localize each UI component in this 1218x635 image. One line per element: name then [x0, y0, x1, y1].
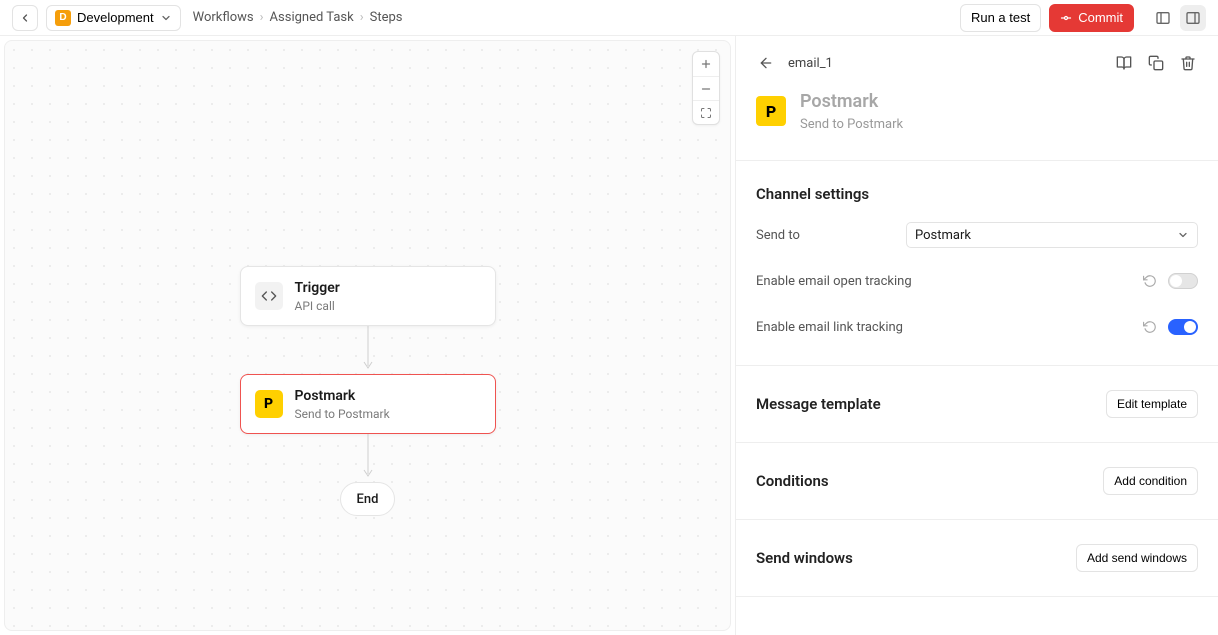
commit-button[interactable]: Commit [1049, 4, 1134, 32]
breadcrumb-workflows[interactable]: Workflows [193, 10, 254, 25]
end-label: End [357, 492, 379, 507]
breadcrumb: Workflows › Assigned Task › Steps [193, 10, 403, 25]
panel-hero: P Postmark Send to Postmark [736, 90, 1218, 161]
send-windows-section: Send windows Add send windows [736, 520, 1218, 597]
add-condition-button[interactable]: Add condition [1103, 467, 1198, 495]
environment-label: Development [77, 10, 154, 25]
edit-template-label: Edit template [1117, 397, 1187, 411]
hero-title: Postmark [800, 90, 903, 113]
environment-selector[interactable]: D Development [46, 5, 181, 31]
reset-link-tracking-button[interactable] [1142, 319, 1158, 335]
duplicate-button[interactable] [1146, 53, 1166, 73]
fit-view-button[interactable] [693, 100, 719, 124]
send-windows-title: Send windows [756, 549, 853, 567]
open-tracking-label: Enable email open tracking [756, 274, 1142, 289]
delete-button[interactable] [1178, 53, 1198, 73]
breadcrumb-assigned-task[interactable]: Assigned Task [270, 10, 354, 25]
open-tracking-toggle[interactable] [1168, 273, 1198, 289]
link-tracking-row: Enable email link tracking [756, 313, 1198, 341]
hero-subtitle: Send to Postmark [800, 117, 903, 132]
canvas-controls [692, 51, 720, 125]
connector-arrow-icon [358, 326, 378, 374]
trigger-subtitle: API call [295, 299, 340, 313]
zoom-in-button[interactable] [693, 52, 719, 76]
link-tracking-toggle[interactable] [1168, 319, 1198, 335]
chevron-right-icon: › [360, 10, 364, 25]
open-tracking-row: Enable email open tracking [756, 267, 1198, 295]
env-badge-icon: D [55, 10, 71, 26]
postmark-icon: P [255, 390, 283, 418]
add-send-windows-label: Add send windows [1087, 551, 1187, 565]
commit-label: Commit [1078, 10, 1123, 25]
channel-settings-section: Channel settings Send to Postmark Enable… [736, 161, 1218, 366]
zoom-out-button[interactable] [693, 76, 719, 100]
panel-layout-left-button[interactable] [1150, 5, 1176, 31]
conditions-section: Conditions Add condition [736, 443, 1218, 520]
panel-back-button[interactable] [756, 53, 776, 73]
workflow-canvas[interactable]: Trigger API call P Postmark Send to Post… [4, 40, 731, 631]
docs-button[interactable] [1114, 53, 1134, 73]
commit-icon [1060, 12, 1072, 24]
add-send-windows-button[interactable]: Add send windows [1076, 544, 1198, 572]
panel-title: email_1 [788, 56, 833, 71]
send-to-value: Postmark [915, 228, 1177, 243]
postmark-icon: P [756, 96, 786, 126]
postmark-node[interactable]: P Postmark Send to Postmark [240, 374, 496, 434]
breadcrumb-steps[interactable]: Steps [370, 10, 403, 25]
back-button[interactable] [12, 5, 38, 31]
trigger-title: Trigger [295, 279, 340, 297]
chevron-down-icon [1177, 229, 1189, 241]
send-to-label: Send to [756, 228, 896, 243]
run-test-label: Run a test [971, 10, 1030, 25]
chevron-right-icon: › [260, 10, 264, 25]
edit-template-button[interactable]: Edit template [1106, 390, 1198, 418]
message-template-section: Message template Edit template [736, 366, 1218, 443]
postmark-title: Postmark [295, 387, 390, 405]
chevron-down-icon [160, 12, 172, 24]
topbar: D Development Workflows › Assigned Task … [0, 0, 1218, 36]
message-template-title: Message template [756, 395, 881, 413]
panel-header: email_1 [736, 36, 1218, 90]
postmark-subtitle: Send to Postmark [295, 407, 390, 421]
workflow-canvas-wrap: Trigger API call P Postmark Send to Post… [0, 36, 736, 635]
trigger-node[interactable]: Trigger API call [240, 266, 496, 326]
add-condition-label: Add condition [1114, 474, 1187, 488]
run-test-button[interactable]: Run a test [960, 4, 1041, 32]
link-tracking-label: Enable email link tracking [756, 320, 1142, 335]
connector-arrow-icon [358, 434, 378, 482]
panel-layout-right-button[interactable] [1180, 5, 1206, 31]
reset-open-tracking-button[interactable] [1142, 273, 1158, 289]
chevron-left-icon [19, 12, 31, 24]
conditions-title: Conditions [756, 472, 829, 490]
end-node[interactable]: End [340, 482, 396, 516]
code-icon [255, 282, 283, 310]
step-editor-panel: email_1 P Postmark Send to Postmark [736, 36, 1218, 635]
send-to-row: Send to Postmark [756, 221, 1198, 249]
workflow-flow: Trigger API call P Postmark Send to Post… [240, 266, 496, 516]
channel-settings-title: Channel settings [756, 185, 869, 203]
send-to-select[interactable]: Postmark [906, 222, 1198, 248]
